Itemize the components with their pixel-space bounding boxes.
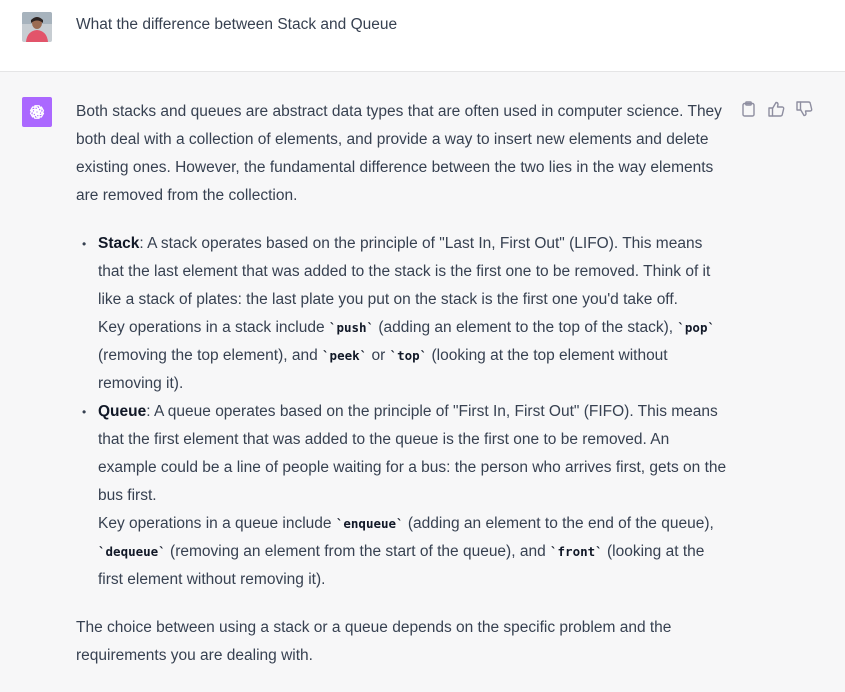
code-enqueue: `enqueue` [335, 516, 404, 531]
queue-operations: Key operations in a queue include `enque… [98, 515, 714, 588]
stack-pop-desc: (removing the top element), and [98, 347, 323, 364]
clipboard-icon [742, 100, 755, 117]
queue-desc-text: : A queue operates based on the principl… [98, 403, 727, 504]
message-actions [740, 100, 813, 117]
bullet-icon: • [82, 237, 87, 251]
conclusion-paragraph: The choice between using a stack or a qu… [76, 619, 672, 664]
code-dequeue: `dequeue` [98, 544, 166, 559]
copy-button[interactable] [740, 100, 757, 117]
stack-term: Stack [98, 235, 140, 252]
dislike-button[interactable] [796, 100, 813, 117]
user-avatar [22, 12, 52, 42]
queue-ops-prefix: Key operations in a queue include [98, 515, 336, 532]
thumbs-up-icon [768, 101, 785, 117]
thumbs-down-icon [796, 100, 813, 116]
stack-desc-text: : A stack operates based on the principl… [98, 235, 711, 308]
stack-description: Stack: A stack operates based on the pri… [98, 235, 710, 308]
assistant-message-row: Both stacks and queues are abstract data… [0, 72, 845, 692]
like-button[interactable] [768, 100, 785, 117]
code-peek: `peek` [322, 348, 368, 363]
list-item-queue: • Queue: A queue operates based on the p… [76, 398, 728, 594]
queue-description: Queue: A queue operates based on the pri… [98, 403, 726, 504]
code-push: `push` [328, 320, 375, 335]
user-message-row: What the difference between Stack and Qu… [0, 0, 845, 72]
bullet-icon: • [82, 405, 87, 419]
list-item-stack: • Stack: A stack operates based on the p… [76, 230, 728, 398]
queue-dequeue-desc: (removing an element from the start of t… [165, 543, 550, 560]
stack-operations: Key operations in a stack include `push`… [98, 319, 715, 392]
assistant-message-content: Both stacks and queues are abstract data… [76, 98, 736, 670]
intro-paragraph: Both stacks and queues are abstract data… [76, 103, 722, 204]
code-top: `top` [389, 348, 428, 363]
stack-ops-or: or [367, 347, 390, 364]
stack-push-desc: (adding an element to the top of the sta… [374, 319, 678, 336]
code-front: `front` [550, 544, 603, 559]
code-pop: `pop` [677, 320, 716, 335]
stack-ops-prefix: Key operations in a stack include [98, 319, 329, 336]
user-message-text: What the difference between Stack and Qu… [76, 16, 398, 33]
openai-logo-icon [29, 105, 45, 119]
assistant-avatar [22, 97, 52, 127]
queue-enqueue-desc: (adding an element to the end of the que… [403, 515, 714, 532]
queue-term: Queue [98, 403, 147, 420]
comparison-list: • Stack: A stack operates based on the p… [76, 230, 736, 594]
